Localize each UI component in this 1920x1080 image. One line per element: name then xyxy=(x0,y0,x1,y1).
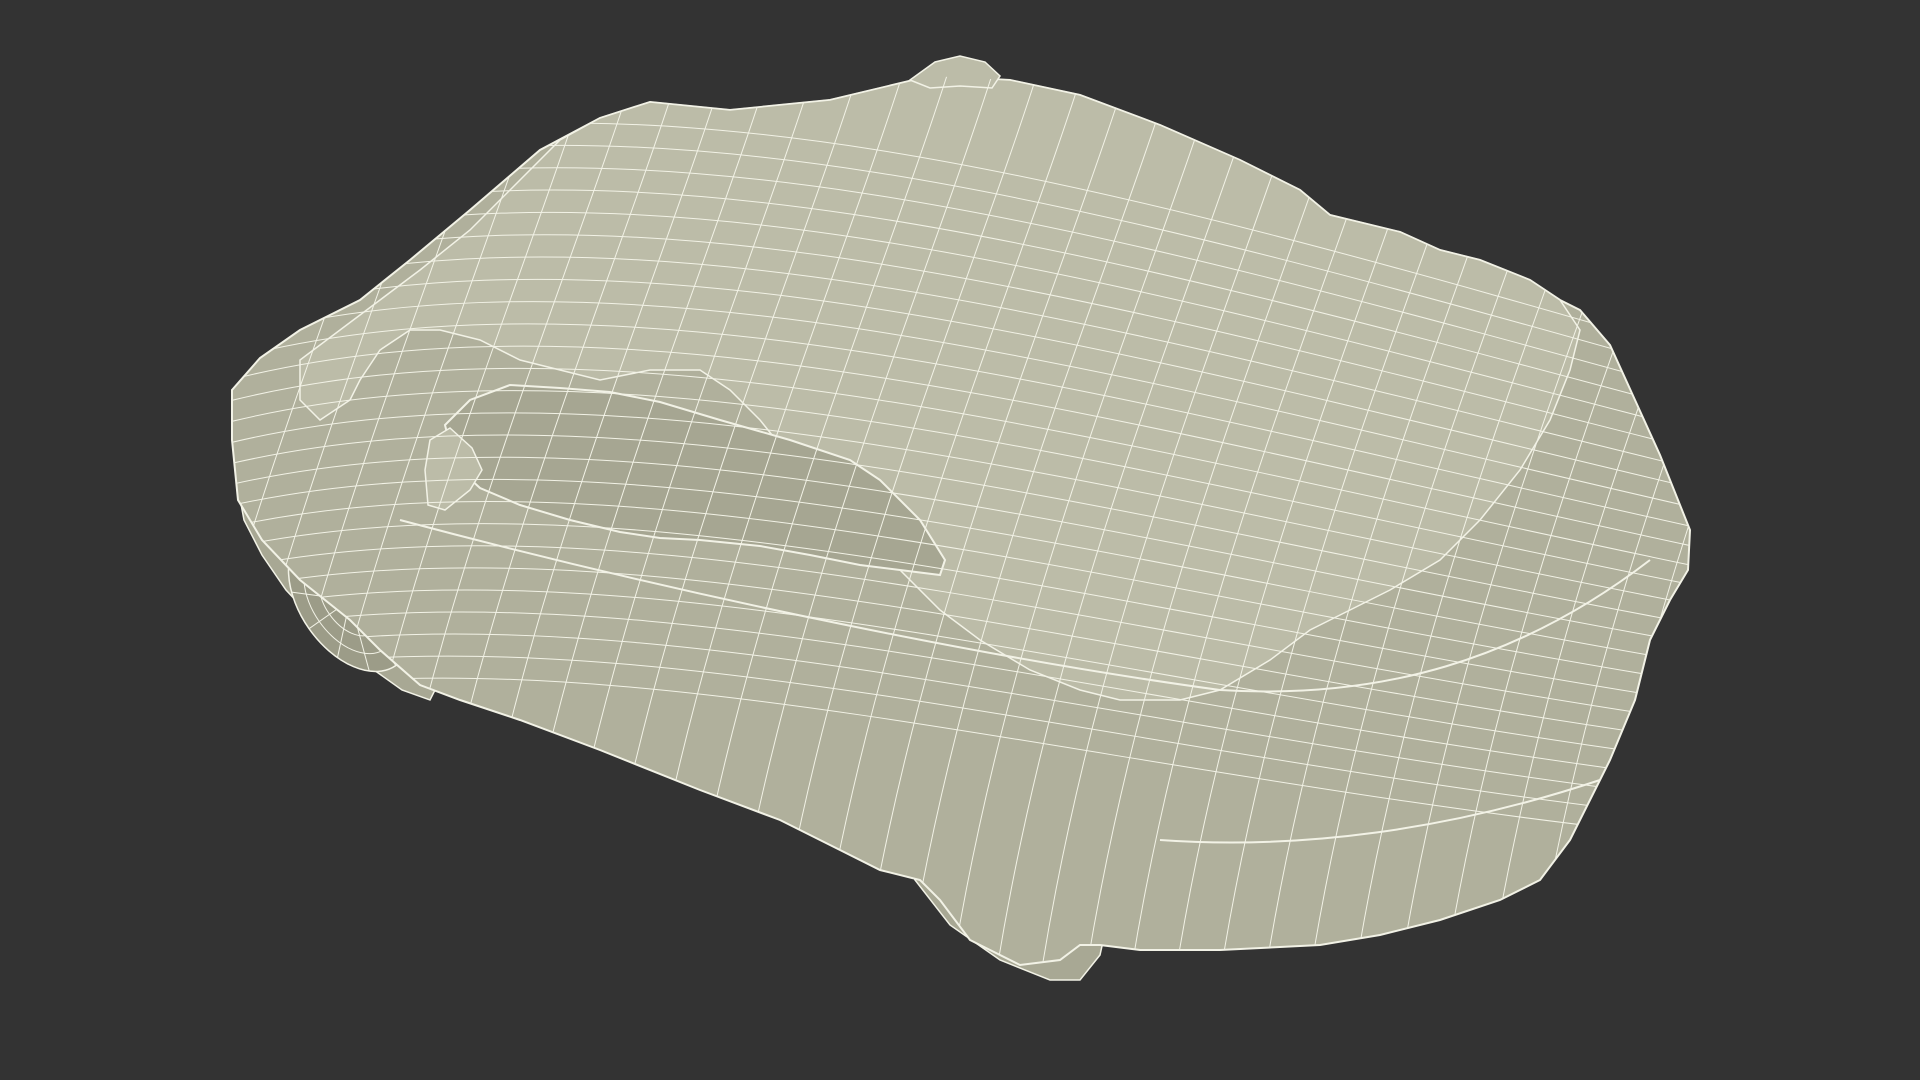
car-model xyxy=(231,55,1692,981)
3d-viewport[interactable] xyxy=(0,0,1920,1080)
roof-antenna xyxy=(908,55,1001,89)
car-wireframe-render xyxy=(231,55,1692,981)
